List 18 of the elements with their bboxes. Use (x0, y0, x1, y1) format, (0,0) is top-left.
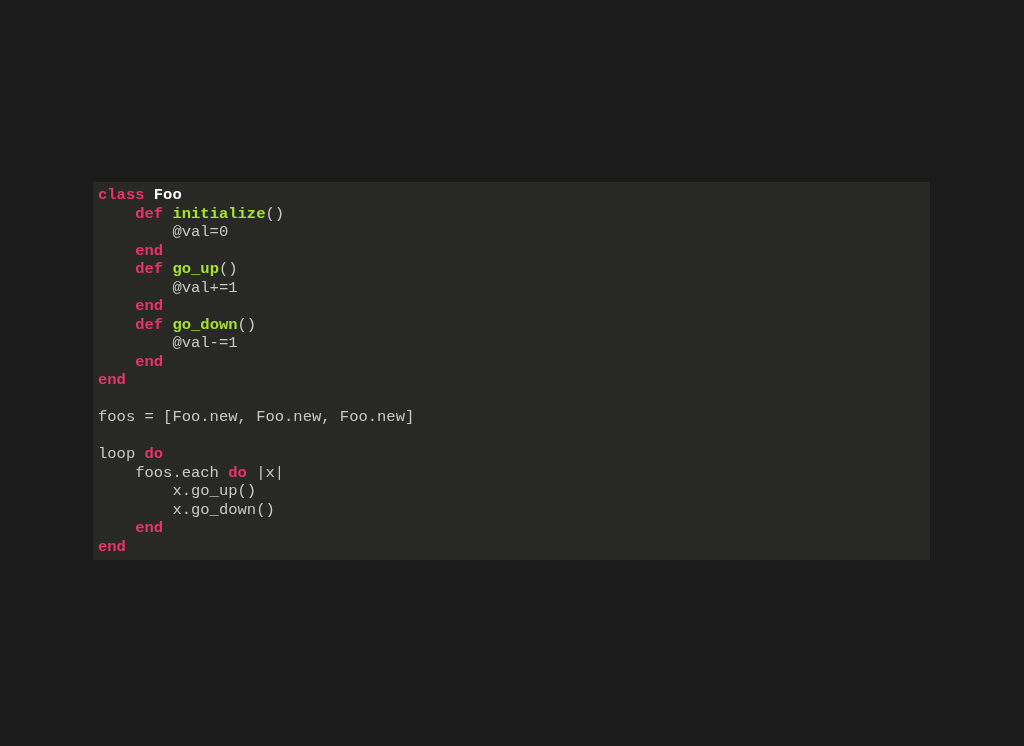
code-line: foos = [Foo.new, Foo.new, Foo.new] (98, 408, 415, 427)
code-line: def initialize() (134, 204, 285, 223)
code-line: foos.each do |x| (134, 463, 285, 482)
code-line: def go_down() (134, 315, 257, 334)
code-line: end (134, 241, 164, 260)
code-line: x.go_up() (171, 482, 257, 501)
code-line: @val=0 (171, 223, 229, 242)
code-line: end (134, 352, 164, 371)
code-line: end (134, 297, 164, 316)
code-line: x.go_down() (171, 500, 275, 519)
code-line: end (98, 371, 126, 390)
code-line: def go_up() (134, 260, 238, 279)
code-line: class Foo (98, 186, 182, 205)
code-line: @val-=1 (171, 334, 238, 353)
code-line: end (134, 519, 164, 538)
code-line: @val+=1 (171, 278, 238, 297)
code-line: loop do (98, 445, 164, 464)
code-line: end (98, 537, 126, 556)
